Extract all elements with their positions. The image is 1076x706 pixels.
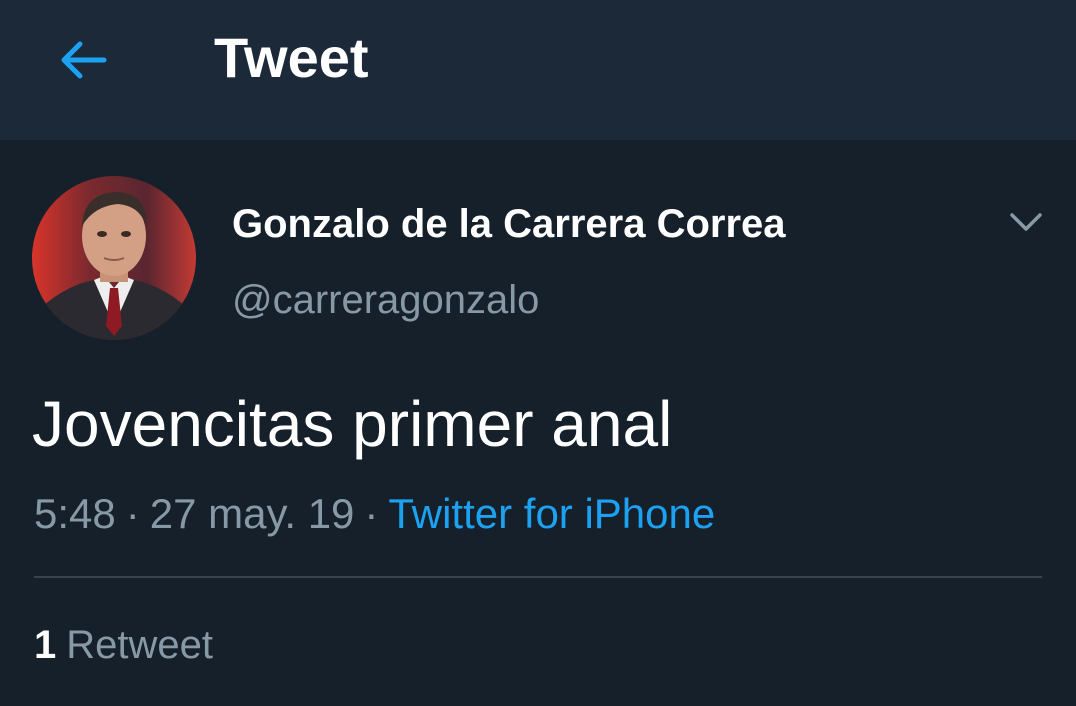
tweet-text: Jovencitas primer anal (32, 388, 673, 460)
meta-separator: · (125, 490, 140, 537)
author-display-name[interactable]: Gonzalo de la Carrera Correa (232, 200, 786, 248)
avatar[interactable] (32, 176, 196, 340)
tweet-time: 5:48 (34, 490, 116, 537)
back-button[interactable] (50, 28, 114, 92)
retweet-count: 1 (34, 623, 57, 667)
author-handle[interactable]: @carreragonzalo (232, 276, 539, 324)
chevron-down-icon (1010, 213, 1042, 231)
retweet-label: Retweet (66, 623, 213, 667)
top-bar: Tweet (0, 0, 1076, 140)
tweet-meta: 5:48 · 27 may. 19 · Twitter for iPhone (34, 488, 715, 540)
divider (34, 576, 1042, 578)
tweet-date: 27 may. 19 (149, 490, 355, 537)
page-title: Tweet (214, 26, 369, 89)
tweet-source-link[interactable]: Twitter for iPhone (388, 490, 715, 537)
tweet-detail: Gonzalo de la Carrera Correa @carreragon… (0, 140, 1076, 706)
avatar-image (32, 176, 196, 340)
arrow-left-icon (61, 41, 107, 79)
tweet-menu-button[interactable] (1002, 202, 1050, 242)
retweet-stats[interactable]: 1 Retweet (34, 620, 213, 670)
meta-separator: · (364, 490, 379, 537)
